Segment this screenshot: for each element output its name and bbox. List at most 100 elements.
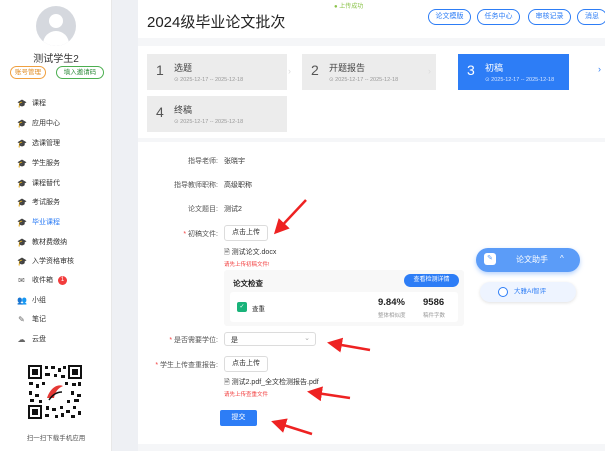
thesis-topic-value: 测试2 [224, 206, 242, 213]
unread-count-badge: 1 [58, 275, 67, 285]
stage-date: ⊙ 2025-12-17 -- 2025-12-18 [329, 77, 399, 83]
draft-file-label: * 初稿文件: [183, 231, 218, 238]
chevron-up-icon: ^ [560, 254, 564, 263]
draft-file-link[interactable]: 🗎 测试论文.docx [224, 247, 276, 259]
ai-icon [498, 287, 508, 297]
plagiarism-check-name: 查重 [252, 306, 265, 313]
sidebar-item-graduation-course[interactable]: 🎓 毕业课程 [0, 213, 112, 231]
stage-topic-selection[interactable]: 1 选题 ⊙ 2025-12-17 -- 2025-12-18 [147, 54, 287, 90]
plagiarism-check-icon: ✓ [237, 302, 247, 312]
stage-number: 1 [156, 62, 164, 78]
stage-name: 开题报告 [329, 63, 366, 73]
stage-number: 3 [467, 62, 475, 78]
sidebar-item-exam-service[interactable]: 🎓 考试服务 [0, 193, 112, 211]
messages-button[interactable]: 消息 [577, 9, 605, 25]
chevron-down-icon: ⌄ [304, 335, 310, 342]
sidebar-item-textbook-fee[interactable]: 🎓 教材费缴纳 [0, 233, 112, 251]
account-manage-button[interactable]: 账号管理 [10, 66, 46, 79]
main-content: 2024级毕业论文批次 ● 上传成功 论文模版 任务中心 审核记录 消息 1 选… [138, 0, 605, 451]
sidebar-item-label: 教材费缴纳 [32, 239, 67, 246]
advisor-title-label: 指导教师职称: [174, 182, 218, 189]
sidebar-item-course-selection[interactable]: 🎓 选课管理 [0, 134, 112, 152]
plagiarism-result-card: ✓ 查重 9.84% 整体相似度 9586 稿件字数 [230, 292, 458, 322]
ai-review-label: 大雅AI智评 [514, 288, 547, 295]
thesis-check-title: 论文检查 [233, 279, 263, 288]
graduation-cap-icon: 🎓 [17, 158, 27, 168]
draft-upload-hint: 请先上传初稿文件! [224, 262, 270, 268]
graduation-cap-icon: 🎓 [17, 138, 27, 148]
stage-number: 4 [156, 104, 164, 120]
sidebar-item-admission-review[interactable]: 🎓 入学资格审核 [0, 252, 112, 270]
sidebar-item-courses[interactable]: 🎓 课程 [0, 94, 112, 112]
graduation-cap-icon: 🎓 [17, 237, 27, 247]
qr-code-image [27, 364, 83, 420]
report-upload-hint: 请先上传查重文件 [224, 392, 269, 398]
thesis-template-button[interactable]: 论文模版 [428, 9, 471, 25]
sidebar-item-notes[interactable]: ✎ 笔记 [0, 310, 112, 328]
thesis-topic-label: 论文题目: [188, 206, 218, 213]
file-icon: 🗎 [224, 249, 230, 256]
view-check-details-button[interactable]: 查看检测详情 [404, 274, 459, 287]
page-title: 2024级毕业论文批次 [147, 14, 286, 31]
report-file-link[interactable]: 🗎 测试2.pdf_全文检测报告.pdf [224, 377, 319, 389]
stage-date: ⊙ 2025-12-17 -- 2025-12-18 [485, 77, 555, 83]
sidebar-item-label: 学生服务 [32, 160, 60, 167]
similarity-label: 整体相似度 [378, 313, 406, 319]
sidebar-item-label: 毕业课程 [32, 219, 60, 226]
report-upload-button[interactable]: 点击上传 [224, 356, 268, 372]
thesis-assistant-label: 论文助手 [516, 255, 548, 264]
task-center-button[interactable]: 任务中心 [477, 9, 520, 25]
sidebar-item-course-substitute[interactable]: 🎓 课程替代 [0, 174, 112, 192]
draft-upload-button[interactable]: 点击上传 [224, 225, 268, 241]
ai-review-button[interactable]: 大雅AI智评 [480, 282, 576, 302]
plagiarism-report-label: * 学生上传查重报告: [155, 362, 218, 369]
page-header: 2024级毕业论文批次 ● 上传成功 论文模版 任务中心 审核记录 消息 [138, 0, 605, 38]
stage-name: 选题 [174, 63, 193, 73]
stage-proposal-report[interactable]: 2 开题报告 ⊙ 2025-12-17 -- 2025-12-18 [302, 54, 436, 90]
stage-number: 2 [311, 62, 319, 78]
stage-steps: 1 选题 ⊙ 2025-12-17 -- 2025-12-18 2 开题报告 ⊙… [138, 46, 605, 138]
invite-code-button[interactable]: 填入邀请码 [56, 66, 104, 79]
sidebar-item-student-service[interactable]: 🎓 学生服务 [0, 154, 112, 172]
sidebar-item-label: 考试服务 [32, 199, 60, 206]
graduation-cap-icon: 🎓 [17, 217, 27, 227]
graduation-cap-icon: 🎓 [17, 197, 27, 207]
stage-final-draft[interactable]: 4 终稿 ⊙ 2025-12-17 -- 2025-12-18 [147, 96, 287, 132]
stage-date: ⊙ 2025-12-17 -- 2025-12-18 [174, 119, 244, 125]
stage-first-draft[interactable]: 3 初稿 ⊙ 2025-12-17 -- 2025-12-18 [458, 54, 569, 90]
sidebar-item-cloud[interactable]: ☁ 云盘 [0, 330, 112, 348]
stage-name: 终稿 [174, 105, 193, 115]
sidebar-item-label: 课程替代 [32, 180, 60, 187]
graduation-cap-icon: 🎓 [17, 178, 27, 188]
sidebar-item-label: 收件箱 [32, 277, 53, 284]
cloud-icon: ☁ [17, 334, 26, 344]
sidebar: 测试学生2 账号管理 填入邀请码 🎓 课程 🎓 应用中心 🎓 选课管理 🎓 学生… [0, 0, 112, 451]
advisor-title-value: 高级职称 [224, 182, 252, 189]
degree-required-label: * 是否需要学位: [169, 337, 218, 344]
sidebar-item-label: 小组 [32, 297, 46, 304]
sidebar-item-label: 入学资格审核 [32, 258, 74, 265]
sidebar-item-inbox[interactable]: ✉ 收件箱 1 [0, 271, 112, 289]
graduation-cap-icon: 🎓 [17, 256, 27, 266]
avatar[interactable] [36, 6, 76, 46]
similarity-value: 9.84% [378, 297, 405, 308]
thesis-assistant-button[interactable]: ✎ 论文助手 ^ [476, 248, 580, 272]
chevron-right-icon[interactable]: › [598, 64, 601, 74]
stage-name: 初稿 [485, 63, 504, 73]
group-icon: 👥 [17, 295, 27, 305]
sidebar-item-group[interactable]: 👥 小组 [0, 291, 112, 309]
sidebar-item-label: 云盘 [32, 336, 46, 343]
thesis-check-panel: 论文检查 查看检测详情 ✓ 查重 9.84% 整体相似度 9586 稿件字数 [224, 270, 464, 326]
graduation-cap-icon: 🎓 [17, 98, 27, 108]
sidebar-item-app-center[interactable]: 🎓 应用中心 [0, 114, 112, 132]
file-icon: 🗎 [224, 379, 230, 386]
submit-button[interactable]: 提交 [220, 410, 257, 426]
stage-date: ⊙ 2025-12-17 -- 2025-12-18 [174, 77, 244, 83]
degree-required-select[interactable]: 是 ⌄ [224, 332, 316, 346]
sidebar-item-label: 笔记 [32, 316, 46, 323]
review-records-button[interactable]: 审核记录 [528, 9, 571, 25]
note-icon: ✎ [18, 314, 25, 324]
sidebar-item-label: 选课管理 [32, 140, 60, 147]
username: 测试学生2 [33, 54, 79, 65]
word-count-label: 稿件字数 [423, 313, 446, 319]
